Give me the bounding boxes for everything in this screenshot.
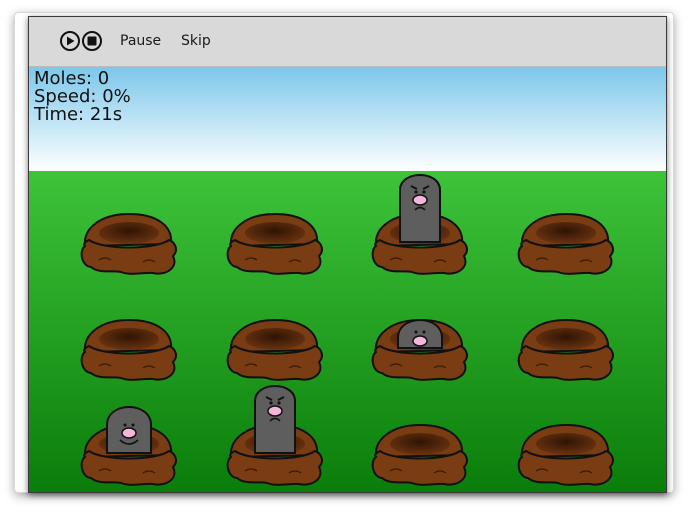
play-button[interactable] bbox=[59, 29, 81, 53]
mole-hole[interactable] bbox=[517, 318, 614, 381]
mole-hole[interactable] bbox=[517, 423, 614, 486]
stop-button[interactable] bbox=[81, 29, 103, 53]
mole-hole[interactable] bbox=[226, 318, 323, 381]
stop-circle-icon bbox=[82, 31, 102, 51]
mole[interactable] bbox=[106, 406, 152, 454]
pause-button[interactable]: Pause bbox=[120, 31, 161, 51]
play-circle-icon bbox=[60, 31, 80, 51]
mole-hole[interactable] bbox=[226, 212, 323, 275]
mole-hole[interactable] bbox=[371, 423, 468, 486]
game-scene: Moles: 0 Speed: 0% Time: 21s bbox=[29, 67, 666, 492]
mole-hole[interactable] bbox=[371, 318, 468, 381]
mole-hole[interactable] bbox=[80, 212, 177, 275]
game-window: Pause Skip Moles: 0 Speed: 0% Time: 21s bbox=[28, 16, 667, 493]
play-field bbox=[29, 67, 666, 492]
mole[interactable] bbox=[399, 174, 441, 243]
time-readout: Time: 21s bbox=[34, 104, 123, 125]
mole-hole[interactable] bbox=[80, 318, 177, 381]
toolbar: Pause Skip bbox=[29, 17, 666, 67]
hud: Moles: 0 Speed: 0% Time: 21s bbox=[34, 70, 131, 124]
mole-hole[interactable] bbox=[517, 212, 614, 275]
skip-button[interactable]: Skip bbox=[181, 31, 211, 51]
mole[interactable] bbox=[254, 385, 296, 454]
mole-peeking[interactable] bbox=[397, 319, 443, 349]
